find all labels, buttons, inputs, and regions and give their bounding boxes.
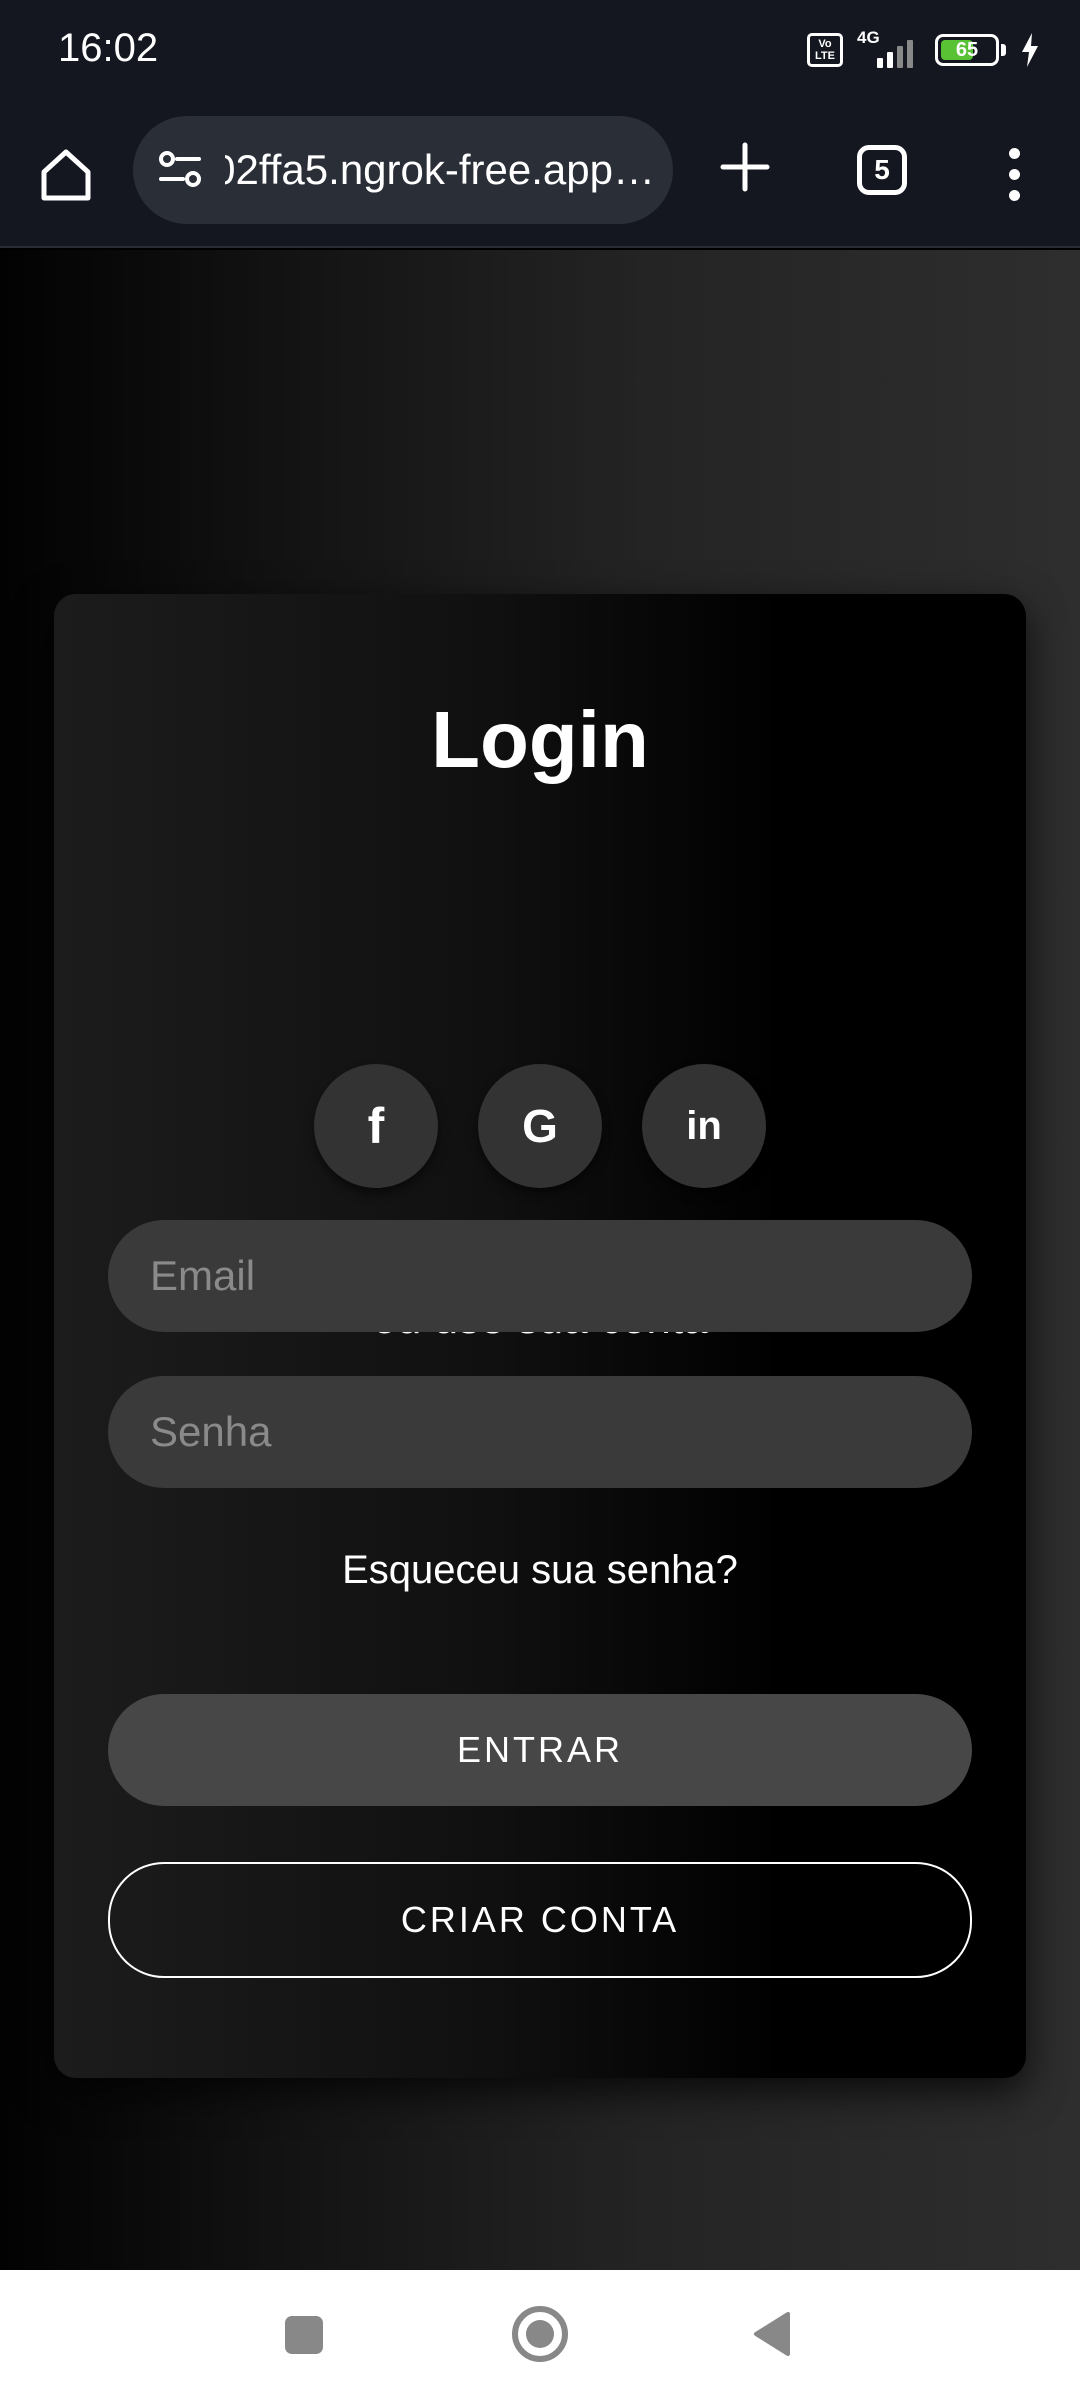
home-button[interactable]	[30, 138, 102, 210]
home-nav-button[interactable]	[512, 2306, 568, 2362]
enter-button[interactable]: ENTRAR	[108, 1694, 972, 1806]
email-input[interactable]	[108, 1220, 972, 1332]
site-settings-icon[interactable]	[157, 147, 203, 193]
status-time: 16:02	[58, 26, 159, 70]
linkedin-icon: in	[686, 1103, 722, 1148]
facebook-icon: f	[367, 1098, 385, 1154]
login-title: Login	[431, 695, 649, 784]
battery-cap	[1001, 44, 1006, 56]
create-account-button[interactable]: CRIAR CONTA	[108, 1862, 972, 1978]
battery-level: 65	[955, 38, 979, 61]
status-bar: 16:02 Vo LTE 4G 65	[0, 0, 1080, 100]
plus-icon	[720, 142, 770, 192]
facebook-button[interactable]: f	[314, 1064, 438, 1188]
password-input[interactable]	[108, 1376, 972, 1488]
forgot-password-link[interactable]: Esqueceu sua senha?	[54, 1548, 1026, 1593]
page-background: Login f G in ou use sua conta Esqueceu s…	[0, 250, 1080, 2270]
navigation-bar	[0, 2270, 1080, 2400]
signal-icon: 4G	[857, 28, 921, 68]
tabs-button[interactable]: 5	[857, 145, 907, 195]
browser-toolbar: …02ffa5.ngrok-free.app 5	[0, 100, 1080, 248]
linkedin-button[interactable]: in	[642, 1064, 766, 1188]
volte-icon: Vo LTE	[807, 33, 843, 67]
signal-bars	[877, 40, 913, 68]
charging-bolt-icon	[1022, 33, 1038, 67]
url-text[interactable]: …02ffa5.ngrok-free.app	[225, 146, 655, 194]
login-card: Login f G in ou use sua conta Esqueceu s…	[54, 594, 1026, 2078]
more-vert-icon[interactable]	[996, 138, 1032, 210]
recents-button[interactable]	[285, 2316, 323, 2354]
status-icons: Vo LTE 4G 65	[807, 28, 1040, 70]
social-buttons: f G in	[54, 1064, 1026, 1188]
battery-icon: 65	[935, 34, 999, 66]
new-tab-button[interactable]	[710, 132, 780, 202]
home-icon	[41, 149, 91, 201]
google-button[interactable]: G	[478, 1064, 602, 1188]
google-icon: G	[522, 1100, 558, 1152]
back-button[interactable]	[752, 2310, 792, 2358]
address-bar[interactable]: …02ffa5.ngrok-free.app	[133, 116, 673, 224]
